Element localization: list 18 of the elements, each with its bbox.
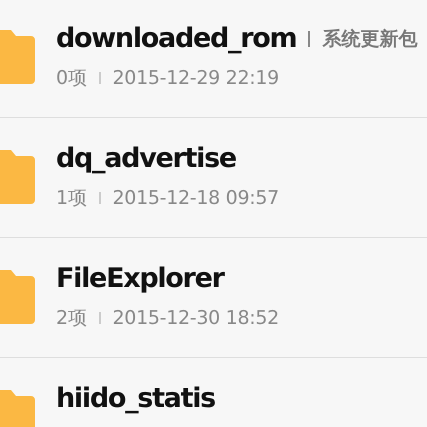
modified-date: 2015-12-18 09:57 <box>112 187 279 209</box>
folder-name: dq_advertise <box>56 142 236 175</box>
folder-name: hiido_statis <box>56 382 215 415</box>
folder-row[interactable]: downloaded_rom 系统更新包 0项 2015-12-29 22:19 <box>0 0 427 118</box>
item-count: 1项 <box>56 186 86 211</box>
folder-icon <box>0 268 35 324</box>
item-count: 0项 <box>56 66 86 91</box>
folder-icon <box>0 28 35 84</box>
folder-name: FileExplorer <box>56 262 224 295</box>
modified-date: 2015-12-30 18:52 <box>112 307 279 329</box>
item-count: 2项 <box>56 306 86 331</box>
folder-name: downloaded_rom <box>56 22 296 55</box>
folder-description: 系统更新包 <box>322 26 418 52</box>
folder-row[interactable]: FileExplorer 2项 2015-12-30 18:52 <box>0 238 427 358</box>
folder-row[interactable]: dq_advertise 1项 2015-12-18 09:57 <box>0 118 427 238</box>
folder-row[interactable]: hiido_statis <box>0 358 427 427</box>
folder-icon <box>0 148 35 204</box>
modified-date: 2015-12-29 22:19 <box>112 67 279 89</box>
